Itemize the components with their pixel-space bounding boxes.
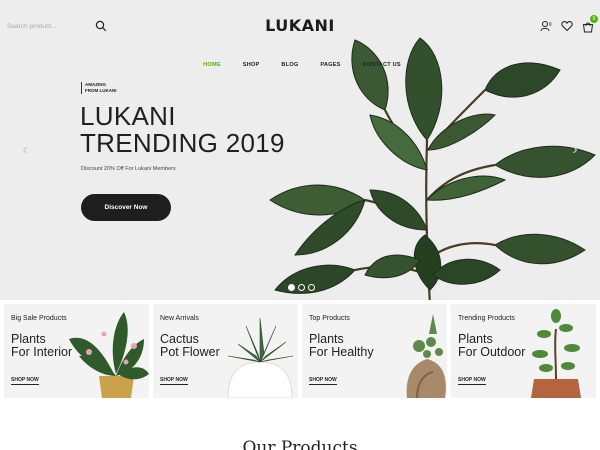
banner-title-line2: For Outdoor <box>458 345 526 359</box>
nav-item-contact-us[interactable]: CONTACT US <box>363 62 401 68</box>
shop-now-link[interactable]: SHOP NOW <box>160 377 188 385</box>
promo-banners: Big Sale Products Plants For Interior SH… <box>4 304 596 398</box>
banner-title-line1: Cactus <box>160 332 199 346</box>
cart-button[interactable]: 0 <box>582 15 598 33</box>
site-logo[interactable]: LUKANI <box>0 16 600 35</box>
banner-title-line1: Plants <box>458 332 493 346</box>
banner-new-arrivals[interactable]: New Arrivals Cactus Pot Flower SHOP NOW <box>153 304 298 398</box>
banner-plant-image <box>531 309 581 398</box>
slider-dot-2[interactable] <box>298 284 305 291</box>
banner-trending[interactable]: Trending Products Plants For Outdoor SHO… <box>451 304 596 398</box>
nav-item-pages[interactable]: PAGES <box>320 62 340 68</box>
cart-count-badge: 0 <box>590 15 598 23</box>
slider-dot-1[interactable] <box>288 284 295 291</box>
hero-title-line2: TRENDING 2019 <box>80 128 285 158</box>
hero-slider: LUKANI 0 HOME SHOP BLOG PAGES CONTACT US… <box>0 0 600 300</box>
hero-plant-image <box>269 37 596 300</box>
nav-item-shop[interactable]: SHOP <box>243 62 260 68</box>
nav-item-home[interactable]: HOME <box>203 62 221 68</box>
banner-top-products[interactable]: Top Products Plants For Healthy SHOP NOW <box>302 304 447 398</box>
banner-category: New Arrivals <box>160 315 199 322</box>
chevron-left-icon[interactable]: ‹ <box>20 141 30 159</box>
banner-title-line1: Plants <box>309 332 344 346</box>
banner-big-sale[interactable]: Big Sale Products Plants For Interior SH… <box>4 304 149 398</box>
hero-title: LUKANI TRENDING 2019 <box>80 103 285 157</box>
banner-category: Top Products <box>309 315 350 322</box>
hero-kicker-line2: FROM LUKANI <box>85 88 117 93</box>
banner-category: Big Sale Products <box>11 315 67 322</box>
slider-dot-3[interactable] <box>308 284 315 291</box>
slider-dots <box>288 284 315 291</box>
hero-title-line1: LUKANI <box>80 101 176 131</box>
hero-kicker: AMAZING FROM LUKANI <box>81 82 117 94</box>
discover-now-button[interactable]: Discover Now <box>81 194 171 221</box>
heart-icon[interactable] <box>561 20 573 32</box>
main-nav: HOME SHOP BLOG PAGES CONTACT US <box>0 62 600 68</box>
nav-item-blog[interactable]: BLOG <box>281 62 298 68</box>
shop-now-link[interactable]: SHOP NOW <box>11 377 39 385</box>
banner-title-line2: Pot Flower <box>160 345 220 359</box>
hero-subtitle: Discount 20% Off For Lukani Members <box>81 166 176 172</box>
shop-now-link[interactable]: SHOP NOW <box>309 377 337 385</box>
banner-category: Trending Products <box>458 315 515 322</box>
chevron-right-icon[interactable]: › <box>570 141 580 159</box>
banner-title-line1: Plants <box>11 332 46 346</box>
section-title: Our Products <box>242 438 358 450</box>
user-icon[interactable] <box>540 20 552 32</box>
banner-title-line2: For Interior <box>11 345 73 359</box>
header-actions: 0 <box>540 15 598 33</box>
banner-title-line2: For Healthy <box>309 345 374 359</box>
shop-now-link[interactable]: SHOP NOW <box>458 377 486 385</box>
